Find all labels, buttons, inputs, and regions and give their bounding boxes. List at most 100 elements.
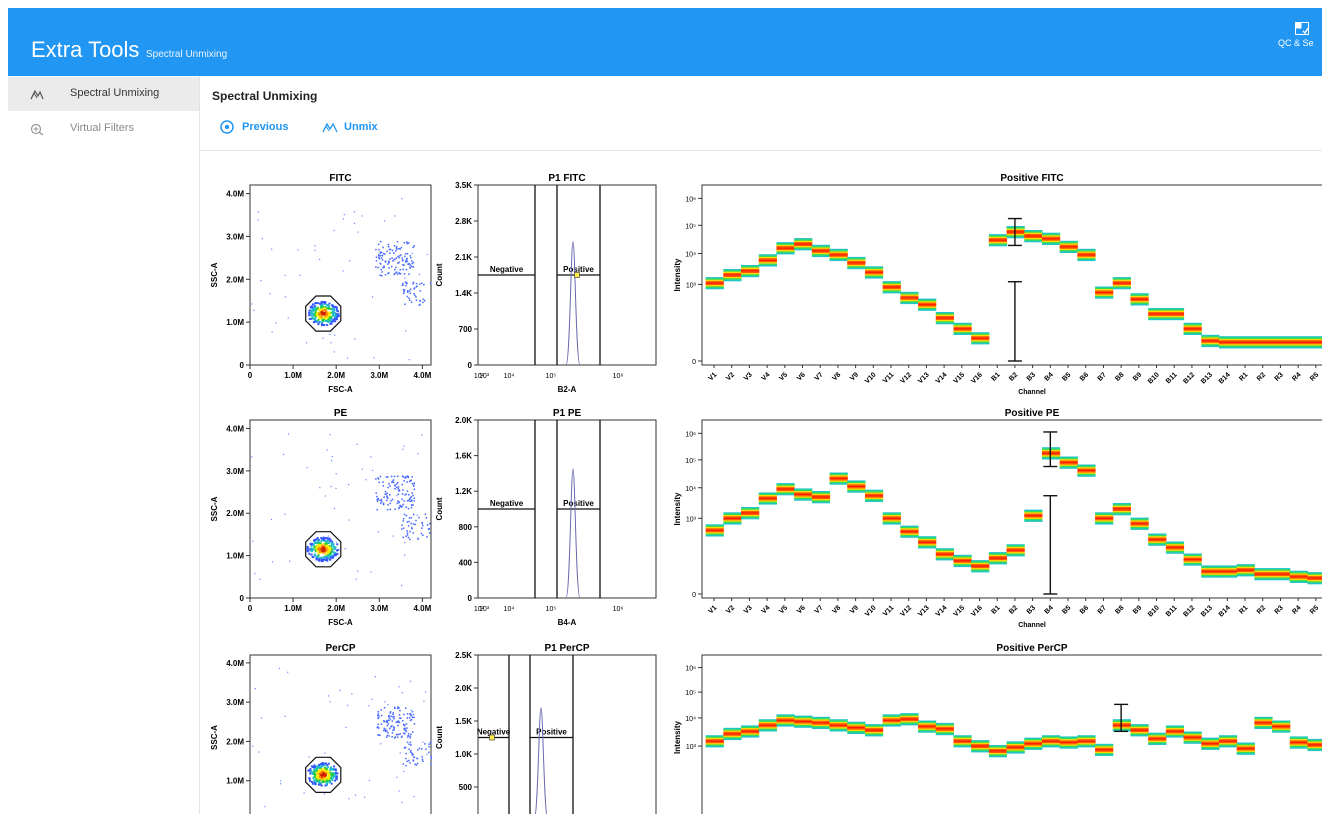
x-tick-label: V12 bbox=[899, 371, 913, 385]
data-point bbox=[324, 784, 327, 787]
data-point bbox=[314, 245, 316, 247]
spectrum-band bbox=[847, 267, 866, 270]
data-point bbox=[264, 805, 266, 808]
spectrum-band bbox=[864, 493, 884, 496]
data-point bbox=[401, 692, 404, 694]
data-point bbox=[377, 734, 380, 736]
spectrum-band bbox=[971, 334, 990, 337]
data-point bbox=[404, 261, 407, 263]
data-point bbox=[323, 558, 326, 561]
spectrum-band bbox=[1236, 746, 1255, 749]
data-point bbox=[336, 318, 339, 321]
data-point bbox=[405, 757, 407, 760]
y-tick-label: 4.0M bbox=[226, 424, 244, 433]
spectrum-band bbox=[1254, 345, 1273, 348]
data-point bbox=[404, 255, 406, 258]
data-point bbox=[324, 553, 327, 556]
data-point bbox=[368, 779, 370, 781]
sidebar-item-virtual-filters[interactable]: Virtual Filters bbox=[8, 112, 199, 146]
spectrum-band bbox=[1148, 318, 1167, 321]
data-point bbox=[365, 479, 367, 481]
spectrum-band bbox=[847, 723, 866, 725]
data-point bbox=[356, 443, 358, 445]
data-point bbox=[399, 269, 402, 271]
data-point bbox=[399, 709, 401, 712]
plot-title: Positive PerCP bbox=[996, 643, 1067, 654]
data-point bbox=[335, 553, 338, 556]
data-point bbox=[338, 312, 340, 314]
data-point bbox=[334, 334, 336, 336]
sidebar-item-label: Spectral Unmixing bbox=[70, 87, 160, 99]
data-point bbox=[403, 480, 405, 482]
spectrum-band bbox=[723, 521, 742, 524]
data-point bbox=[333, 547, 336, 550]
spectrum-band bbox=[1236, 337, 1255, 340]
data-point bbox=[403, 494, 405, 496]
app-header: Extra Tools Spectral Unmixing QC & Se bbox=[8, 8, 1322, 76]
previous-button[interactable]: Previous bbox=[220, 120, 300, 136]
data-point bbox=[331, 320, 334, 323]
unmix-button[interactable]: Unmix bbox=[322, 120, 392, 136]
data-point bbox=[405, 330, 407, 332]
data-point bbox=[420, 532, 423, 535]
data-point bbox=[321, 780, 324, 783]
data-point bbox=[410, 733, 412, 736]
data-point bbox=[387, 263, 389, 265]
data-point bbox=[405, 282, 408, 285]
spectrum-band bbox=[1130, 724, 1149, 726]
data-point bbox=[336, 772, 339, 775]
data-point bbox=[421, 434, 423, 436]
histogram-7: P1 PerCP05001.0K1.5K2.0K2.5KCountNegativ… bbox=[435, 643, 657, 814]
data-point bbox=[406, 532, 409, 534]
data-point bbox=[311, 555, 314, 558]
spectrum-band bbox=[847, 484, 866, 486]
spectrum-band bbox=[1130, 298, 1149, 301]
data-point bbox=[388, 717, 391, 719]
data-point bbox=[402, 763, 405, 765]
data-point bbox=[396, 273, 399, 275]
spectrum-band bbox=[900, 295, 919, 298]
spectrum-band bbox=[988, 750, 1008, 752]
data-point bbox=[327, 762, 330, 765]
data-point bbox=[430, 763, 432, 765]
spectrum-band bbox=[1148, 732, 1167, 735]
x-tick-label: V8 bbox=[831, 604, 842, 615]
data-point bbox=[379, 255, 382, 257]
data-point bbox=[339, 689, 341, 691]
data-point bbox=[404, 253, 407, 255]
spectrum-band bbox=[1024, 513, 1043, 516]
spectrum-band bbox=[1112, 719, 1131, 721]
data-point bbox=[379, 262, 381, 265]
page-title: Spectral Unmixing bbox=[212, 89, 318, 103]
qc-settings-button[interactable]: QC & Se bbox=[1274, 22, 1322, 48]
data-point bbox=[418, 747, 421, 750]
sidebar-item-spectral-unmixing[interactable]: Spectral Unmixing bbox=[8, 77, 199, 111]
data-point bbox=[337, 314, 340, 317]
data-point bbox=[428, 751, 430, 754]
data-point bbox=[332, 767, 335, 770]
data-point bbox=[403, 747, 406, 749]
data-point bbox=[333, 507, 336, 510]
spectrum-band bbox=[1059, 467, 1078, 469]
data-point bbox=[379, 475, 382, 478]
y-tick-label: 500 bbox=[459, 783, 473, 792]
spectrum-band bbox=[1165, 732, 1185, 734]
data-point bbox=[361, 215, 363, 217]
data-point bbox=[310, 765, 313, 768]
x-tick-label: B7 bbox=[1097, 371, 1108, 382]
data-point bbox=[278, 667, 280, 669]
spectrum-band bbox=[1006, 550, 1025, 553]
spectrum-band bbox=[741, 516, 760, 518]
spectrum-band bbox=[847, 731, 866, 733]
data-point bbox=[320, 556, 323, 559]
data-point bbox=[334, 313, 337, 316]
data-point bbox=[395, 257, 398, 259]
data-point bbox=[396, 475, 399, 477]
x-tick-label: 3.0M bbox=[370, 371, 388, 380]
x-tick-label: V4 bbox=[761, 604, 772, 615]
spectrum-band bbox=[1218, 565, 1238, 567]
y-tick-label: 1.0K bbox=[455, 750, 472, 759]
spectrum-band bbox=[1254, 570, 1273, 573]
data-point bbox=[429, 522, 431, 525]
data-point bbox=[326, 782, 329, 785]
